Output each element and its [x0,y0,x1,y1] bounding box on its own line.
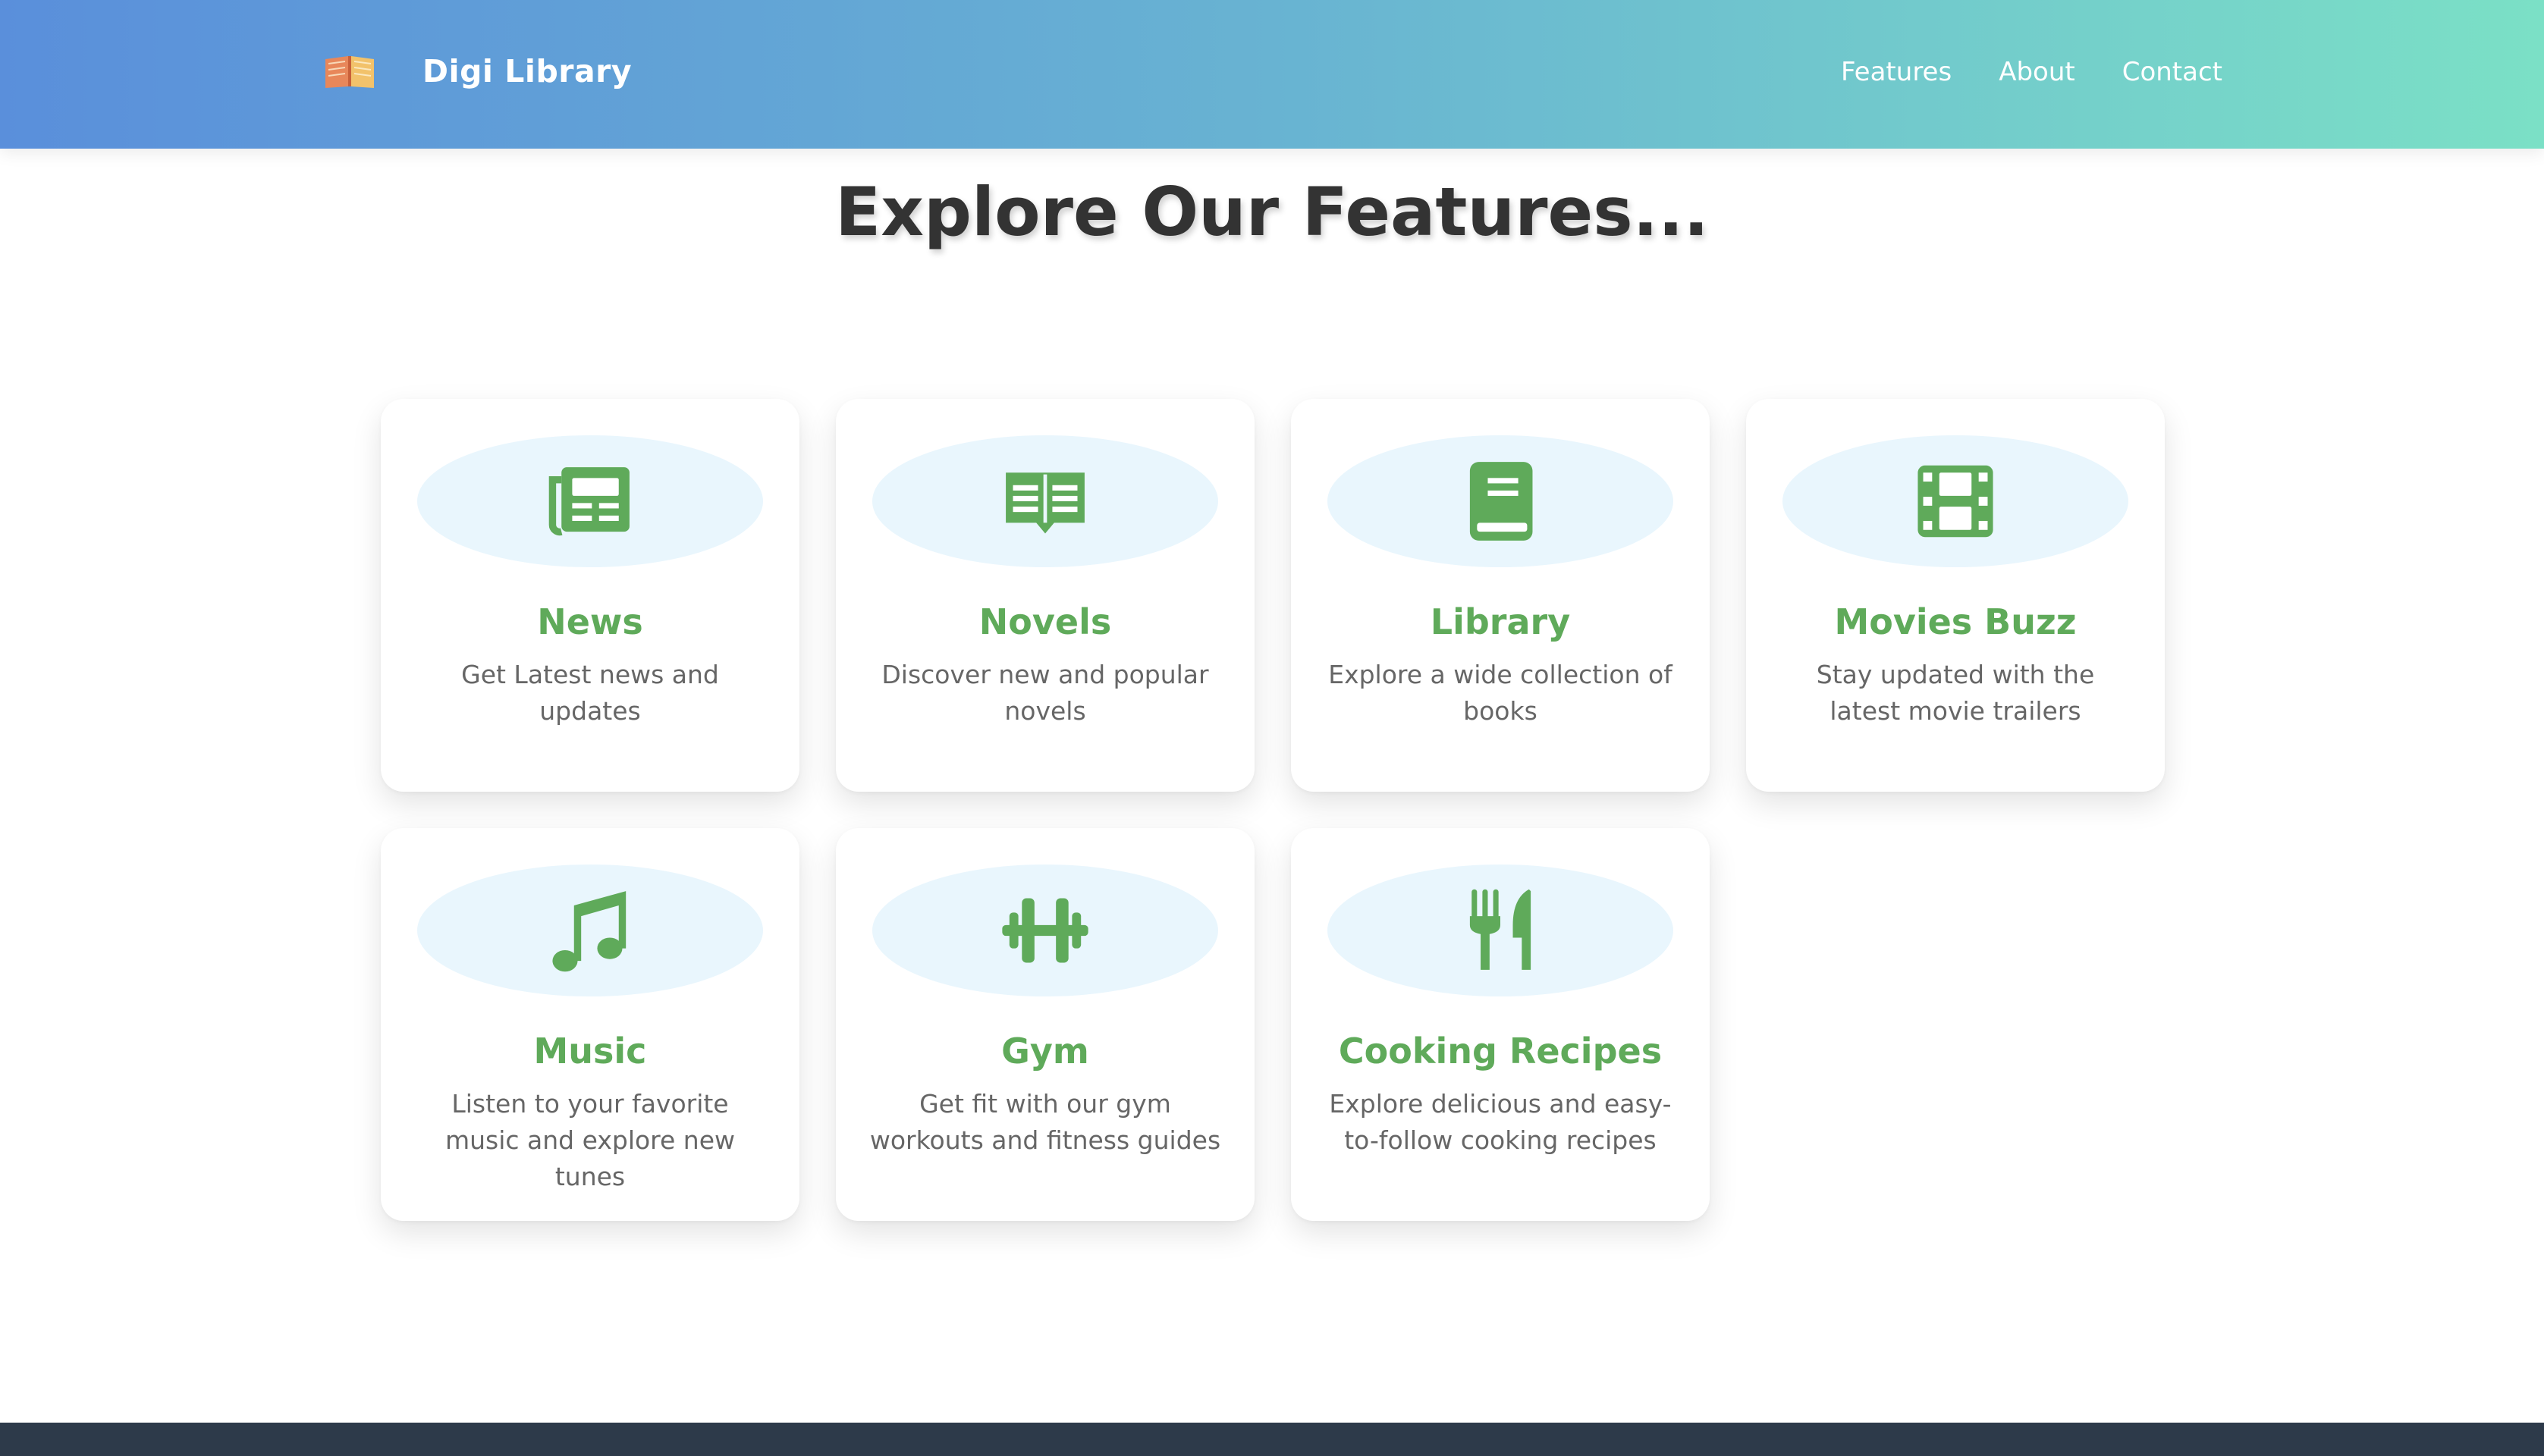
page-title: Explore Our Features... [835,173,1709,251]
film-icon [1917,465,1993,538]
feature-card-movies-buzz[interactable]: Movies Buzz Stay updated with the latest… [1746,399,2165,792]
feature-description: Get Latest news and updates [461,660,719,726]
feature-card-novels[interactable]: Novels Discover new and popular novels [836,399,1255,792]
utensils-icon [1469,889,1531,970]
feature-description: Get fit with our gym workouts and fitnes… [869,1089,1221,1155]
feature-description: Discover new and popular novels [881,660,1209,726]
book-icon [1469,462,1533,541]
feature-title: Music [533,1031,647,1072]
feature-card-cooking-recipes[interactable]: Cooking Recipes Explore delicious and ea… [1291,828,1710,1221]
nav-about-link[interactable]: About [1999,53,2075,91]
feature-title: Cooking Recipes [1338,1031,1663,1072]
feature-description: Listen to your favorite music and explor… [444,1089,736,1191]
feature-card-news[interactable]: News Get Latest news and updates [381,399,799,792]
feature-description: Explore a wide collection of books [1328,660,1672,726]
feature-title: Library [1430,601,1571,642]
feature-title: Novels [978,601,1112,642]
site-brand[interactable]: Digi Library [422,50,632,93]
icon-backdrop [872,864,1218,996]
book-open-reader-icon [1006,472,1085,534]
feature-description: Stay updated with the latest movie trail… [1816,660,2095,726]
main-nav: Features About Contact [1841,53,2222,91]
feature-card-library[interactable]: Library Explore a wide collection of boo… [1291,399,1710,792]
newspaper-icon [548,467,630,536]
feature-card-gym[interactable]: Gym Get fit with our gym workouts and fi… [836,828,1255,1221]
icon-backdrop [417,435,763,567]
feature-title: News [537,601,643,642]
feature-title: Movies Buzz [1834,601,2077,642]
nav-contact-link[interactable]: Contact [2122,53,2222,91]
icon-backdrop [1327,864,1673,996]
feature-description: Explore delicious and easy-to-follow coo… [1329,1089,1672,1155]
icon-backdrop [1327,435,1673,567]
music-note-icon [552,891,627,972]
feature-card-music[interactable]: Music Listen to your favorite music and … [381,828,799,1221]
icon-backdrop [417,864,763,996]
icon-backdrop [872,435,1218,567]
site-footer [0,1423,2544,1456]
open-book-icon[interactable] [322,53,377,91]
site-header: Digi Library Features About Contact [0,0,2544,149]
feature-title: Gym [1001,1031,1089,1072]
dumbbell-icon [1002,898,1088,963]
nav-features-link[interactable]: Features [1841,53,1952,91]
icon-backdrop [1782,435,2128,567]
